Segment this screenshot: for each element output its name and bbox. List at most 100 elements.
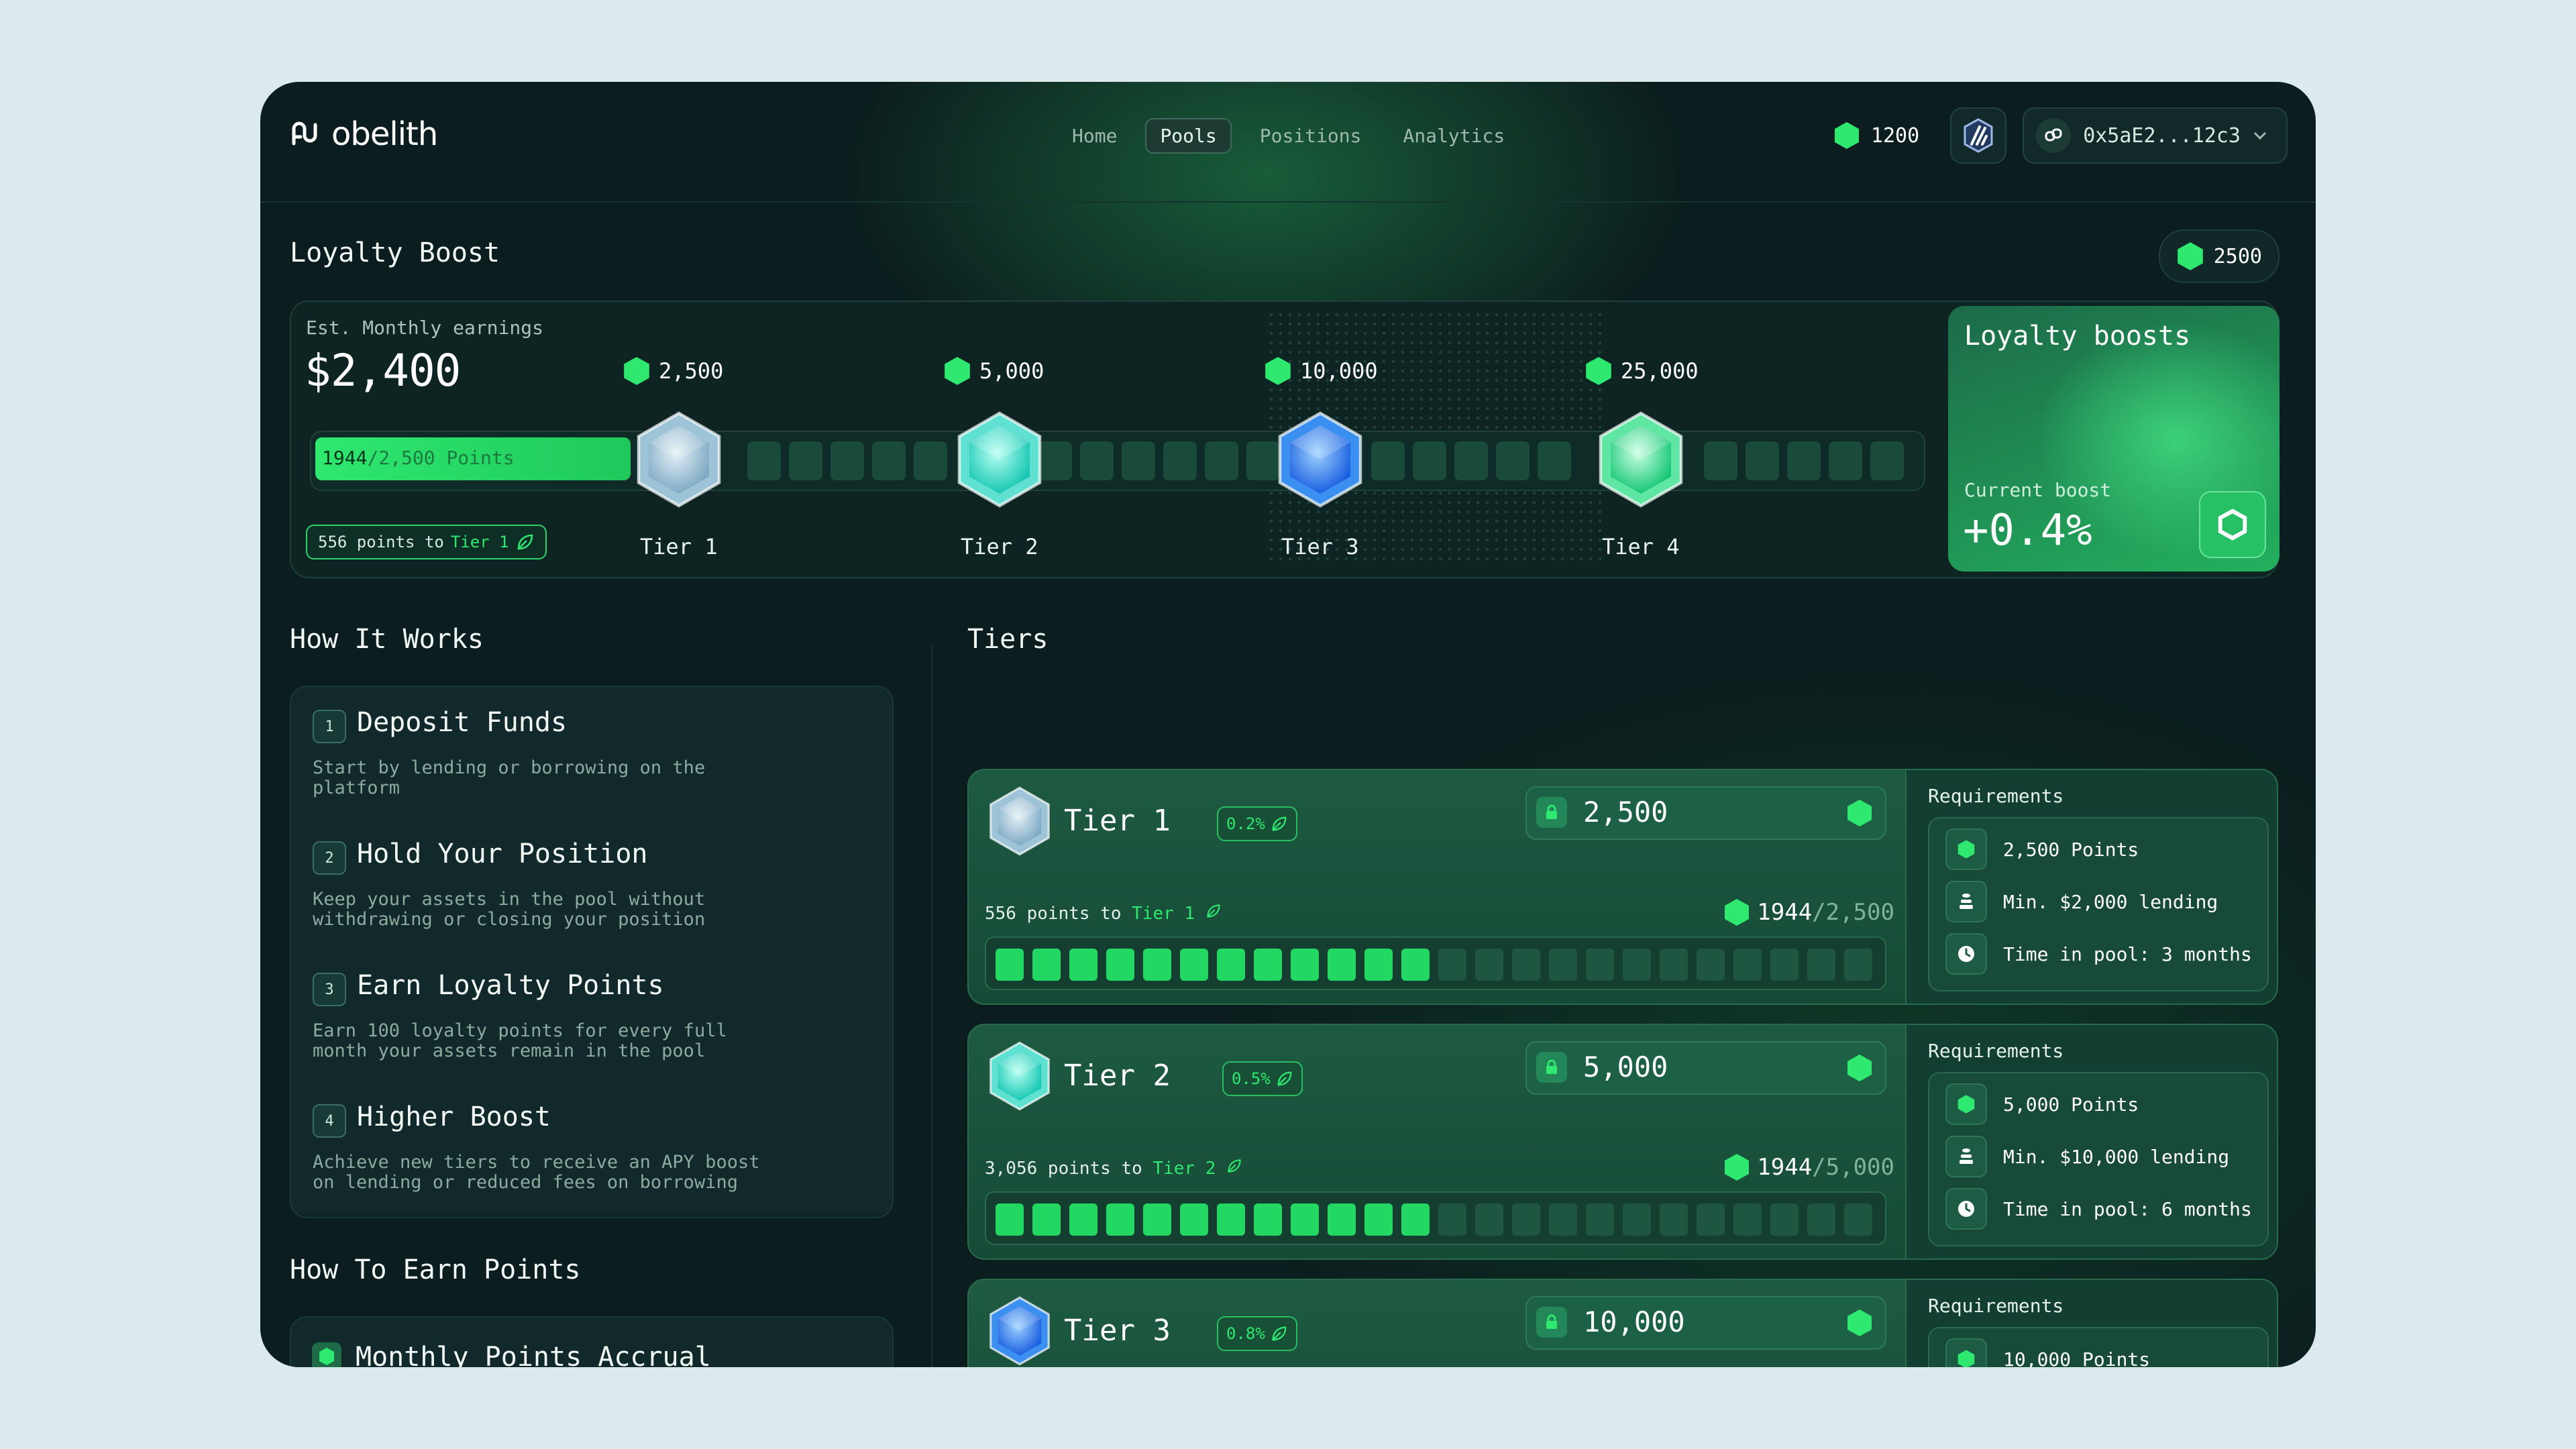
earn-method-title: Monthly Points Accrual	[356, 1342, 711, 1367]
tier-progress-target: /5,000	[1812, 1154, 1894, 1181]
progress-segment	[747, 441, 781, 480]
tier-points-box: 10,000	[1525, 1296, 1886, 1350]
points-requirement: 10,000 Points	[1945, 1338, 2150, 1367]
tier-4-hexagon-icon	[1591, 409, 1691, 510]
nav-pools[interactable]: Pools	[1145, 117, 1232, 154]
requirement-text: 5,000 Points	[2003, 1093, 2139, 1116]
lock-icon	[1536, 797, 1567, 828]
hexagon-points-icon	[1945, 828, 1987, 870]
wallet-address: 0x5aE2...12c3	[2083, 123, 2241, 148]
header-actions: 1200 0x5aE2...12c3	[1819, 107, 2288, 164]
milestone-points: 2,500	[623, 356, 723, 386]
tier-progress-bar	[985, 1191, 1886, 1245]
coin-stack-icon	[1945, 1136, 1987, 1177]
progress-cell	[1328, 949, 1356, 981]
progress-cell	[1069, 949, 1097, 981]
milestone-points: 10,000	[1264, 356, 1378, 386]
total-points-pill: 2500	[2158, 229, 2279, 283]
points-display[interactable]: 1200	[1819, 121, 1934, 150]
requirements-heading: Requirements	[1928, 785, 2064, 807]
hexagon-points-icon	[1945, 1338, 1987, 1367]
nav-positions[interactable]: Positions	[1246, 119, 1375, 152]
progress-cell	[996, 1203, 1024, 1236]
requirement-text: Min. $2,000 lending	[2003, 890, 2218, 913]
step-title: Higher Boost	[357, 1102, 551, 1132]
progress-segment	[872, 441, 906, 480]
leaf-icon	[1272, 1326, 1287, 1341]
points-requirement: 2,500 Points	[1945, 828, 2139, 871]
progress-cell	[1660, 1203, 1688, 1236]
progress-cell	[1697, 1203, 1725, 1236]
progress-cell	[1586, 1203, 1614, 1236]
progress-cell	[1512, 949, 1540, 981]
clock-icon	[1945, 933, 1987, 975]
step-title: Earn Loyalty Points	[357, 970, 664, 1001]
time-requirement: Time in pool: 6 months	[1945, 1187, 2252, 1230]
progress-cell	[1180, 1203, 1208, 1236]
progress-cell	[1217, 1203, 1245, 1236]
total-points-value: 2500	[2213, 244, 2262, 268]
obelith-logo-icon	[292, 121, 317, 146]
progress-segment	[1870, 441, 1904, 480]
progress-cell	[1770, 1203, 1799, 1236]
progress-segment	[1080, 441, 1114, 480]
chevron-down-icon	[2253, 131, 2267, 140]
chain-selector[interactable]	[1950, 107, 2007, 164]
lending-requirement: Min. $2,000 lending	[1945, 880, 2218, 923]
step-item: 1 Deposit Funds Start by lending or borr…	[291, 687, 892, 821]
progress-cell	[1254, 949, 1282, 981]
requirements-heading: Requirements	[1928, 1295, 2064, 1317]
tier-apy-badge: 0.5%	[1222, 1061, 1303, 1096]
leaf-icon	[1272, 816, 1287, 831]
progress-cell	[1697, 949, 1725, 981]
tier-3-hexagon-icon	[983, 1295, 1056, 1367]
nav-analytics[interactable]: Analytics	[1389, 119, 1518, 152]
progress-cell	[1180, 949, 1208, 981]
tier-apy-badge: 0.8%	[1217, 1316, 1297, 1351]
header-divider	[260, 201, 2316, 203]
progress-cell	[1291, 949, 1319, 981]
step-number: 4	[313, 1104, 346, 1138]
progress-cell	[1143, 949, 1171, 981]
points-to-tier: 3,056 points to Tier 2	[985, 1158, 1242, 1179]
tier-points-value: 5,000	[1583, 1051, 1668, 1083]
step-description: Keep your assets in the pool without wit…	[313, 889, 706, 930]
brand-logo[interactable]: obelith	[287, 114, 438, 154]
lock-icon	[1536, 1052, 1567, 1083]
tier-progress-target: /2,500	[1812, 899, 1894, 926]
hexagon-points-icon	[312, 1342, 341, 1367]
progress-cell	[1032, 1203, 1061, 1236]
lending-requirement: Min. $10,000 lending	[1945, 1135, 2229, 1178]
tier-card[interactable]: Tier 2 0.5% 5,000 3,056 points to Tier 2 19…	[967, 1024, 2278, 1260]
tier-apy-value: 0.5%	[1232, 1069, 1271, 1088]
requirement-text: Time in pool: 6 months	[2003, 1197, 2252, 1220]
progress-cell	[1106, 949, 1134, 981]
leaf-icon	[1277, 1071, 1292, 1086]
progress-cell	[1807, 949, 1835, 981]
nav-home[interactable]: Home	[1059, 119, 1130, 152]
requirement-text: 10,000 Points	[2003, 1348, 2151, 1368]
progress-segment	[1746, 441, 1779, 480]
lock-icon	[1536, 1307, 1567, 1338]
tier-card[interactable]: Tier 30.8%10,0008,056 points to Tier 3 1…	[967, 1279, 2278, 1367]
points-to-tier-badge: 556 points to Tier 1	[306, 525, 547, 559]
progress-segment	[1122, 441, 1155, 480]
tier-name: Tier 3	[1064, 1313, 1171, 1348]
wallet-button[interactable]: 0x5aE2...12c3	[2023, 107, 2288, 164]
progress-cell	[1438, 1203, 1466, 1236]
tier-card[interactable]: Tier 1 0.2% 2,500 556 points to Tier 1 1944…	[967, 769, 2278, 1005]
how-to-earn-title: How To Earn Points	[290, 1254, 581, 1285]
progress-segment	[1163, 441, 1197, 480]
step-item: 3 Earn Loyalty Points Earn 100 loyalty p…	[291, 950, 892, 1084]
hexagon-points-icon	[1586, 357, 1611, 385]
step-item: 4 Higher Boost Achieve new tiers to rece…	[291, 1081, 892, 1213]
step-number: 2	[313, 841, 346, 875]
togo-prefix: 556 points to	[985, 904, 1122, 924]
coin-stack-icon	[1945, 881, 1987, 922]
milestone-value: 5,000	[979, 358, 1044, 384]
step-item: 2 Hold Your Position Keep your assets in…	[291, 818, 892, 953]
requirement-text: 2,500 Points	[2003, 838, 2139, 861]
progress-cell	[1549, 949, 1577, 981]
progress-segment	[1787, 441, 1821, 480]
togo-tier: Tier 2	[1152, 1159, 1216, 1179]
